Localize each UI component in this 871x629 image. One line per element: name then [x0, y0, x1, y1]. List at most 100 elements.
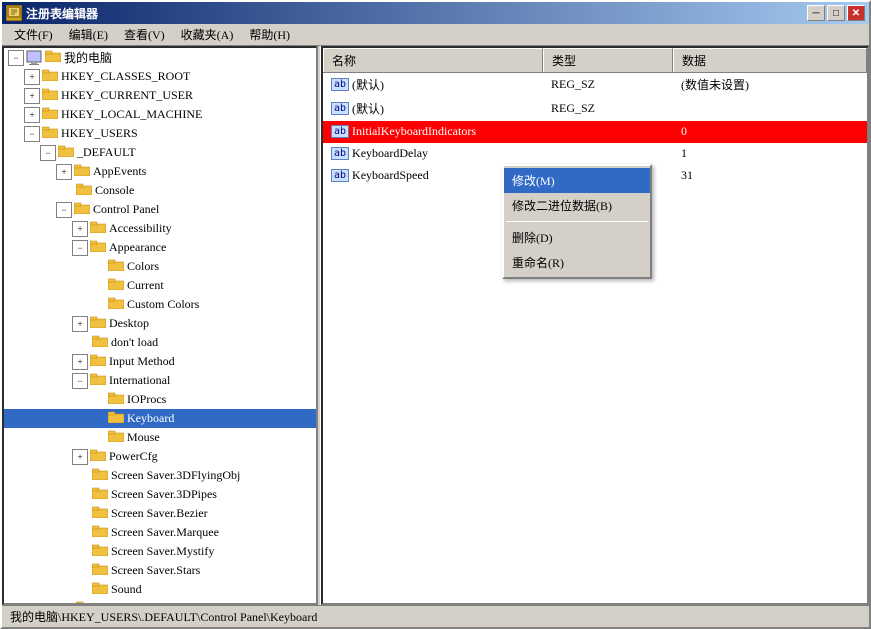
tree-item[interactable]: + AppEvents	[4, 162, 316, 181]
folder-icon	[58, 144, 74, 161]
tree-item[interactable]: Screen Saver.Marquee	[4, 523, 316, 542]
menu-favorites[interactable]: 收藏夹(A)	[173, 24, 242, 45]
folder-icon	[92, 562, 108, 579]
context-menu: 修改(M) 修改二进位数据(B) 删除(D)重命名(R)	[502, 164, 652, 279]
expand-btn[interactable]: +	[72, 316, 88, 332]
tree-item[interactable]: Screen Saver.Bezier	[4, 504, 316, 523]
tree-item[interactable]: Sound	[4, 580, 316, 599]
expand-btn[interactable]: +	[72, 221, 88, 237]
tree-item-label: Environment	[95, 601, 158, 603]
tree-item[interactable]: + PowerCfg	[4, 447, 316, 466]
folder-icon	[90, 239, 106, 256]
table-row[interactable]: abKeyboardDelay 1	[323, 143, 867, 165]
tree-item[interactable]: Console	[4, 181, 316, 200]
tree-item[interactable]: Colors	[4, 257, 316, 276]
content-area: − 我的电脑+ HKEY_CLASSES_ROOT+ HKEY_CURRENT_…	[2, 46, 869, 605]
tree-item[interactable]: Current	[4, 276, 316, 295]
main-window: 注册表编辑器 ─ □ ✕ 文件(F) 编辑(E) 查看(V) 收藏夹(A) 帮助…	[0, 0, 871, 629]
context-menu-item[interactable]: 重命名(R)	[504, 250, 650, 275]
tree-item[interactable]: + Accessibility	[4, 219, 316, 238]
tree-item-label: Screen Saver.3DPipes	[111, 487, 217, 502]
tree-item[interactable]: Custom Colors	[4, 295, 316, 314]
tree-item[interactable]: − HKEY_USERS	[4, 124, 316, 143]
tree-item[interactable]: Screen Saver.Mystify	[4, 542, 316, 561]
folder-icon	[90, 372, 106, 389]
menu-view[interactable]: 查看(V)	[116, 24, 173, 45]
folder-icon	[108, 296, 124, 313]
cell-data: 1	[673, 145, 867, 162]
cell-type: REG_SZ	[543, 100, 673, 117]
tree-item-label: Appearance	[109, 240, 166, 255]
tree-item[interactable]: − International	[4, 371, 316, 390]
context-item-label: 修改(M)	[512, 172, 555, 189]
table-row[interactable]: ab(默认)REG_SZ	[323, 97, 867, 121]
cell-name: abKeyboardDelay	[323, 145, 543, 162]
context-menu-item[interactable]: 修改(M)	[504, 168, 650, 193]
tree-item[interactable]: − 我的电脑	[4, 48, 316, 67]
folder-icon	[90, 448, 106, 465]
minimize-button[interactable]: ─	[807, 5, 825, 21]
expand-btn[interactable]: −	[72, 373, 88, 389]
tree-item-label: Screen Saver.Bezier	[111, 506, 208, 521]
context-menu-item[interactable]: 修改二进位数据(B)	[504, 193, 650, 218]
tree-item-label: _DEFAULT	[77, 145, 136, 160]
tree-item[interactable]: + HKEY_CURRENT_USER	[4, 86, 316, 105]
tree-item[interactable]: don't load	[4, 333, 316, 352]
col-header-type[interactable]: 类型	[543, 48, 673, 72]
tree-item[interactable]: IOProcs	[4, 390, 316, 409]
tree-item[interactable]: Screen Saver.3DFlyingObj	[4, 466, 316, 485]
tree-item-label: IOProcs	[127, 392, 166, 407]
col-header-data[interactable]: 数据	[673, 48, 867, 72]
menu-file[interactable]: 文件(F)	[6, 24, 61, 45]
expand-btn[interactable]: −	[56, 202, 72, 218]
tree-item[interactable]: + Input Method	[4, 352, 316, 371]
tree-item[interactable]: Screen Saver.3DPipes	[4, 485, 316, 504]
table-row[interactable]: abInitialKeyboardIndicators0	[323, 121, 867, 143]
folder-icon	[108, 391, 124, 408]
expand-btn[interactable]: −	[72, 240, 88, 256]
cell-type	[543, 131, 673, 133]
expand-btn[interactable]: −	[8, 50, 24, 66]
tree-item-label: International	[109, 373, 170, 388]
maximize-button[interactable]: □	[827, 5, 845, 21]
menu-edit[interactable]: 编辑(E)	[61, 24, 116, 45]
folder-icon	[92, 581, 108, 598]
app-icon	[6, 5, 22, 21]
tree-item[interactable]: + HKEY_CLASSES_ROOT	[4, 67, 316, 86]
cell-name: ab(默认)	[323, 75, 543, 94]
folder-icon	[108, 429, 124, 446]
tree-item[interactable]: − Control Panel	[4, 200, 316, 219]
tree-item[interactable]: Environment	[4, 599, 316, 603]
cell-name: abInitialKeyboardIndicators	[323, 123, 543, 140]
expand-btn[interactable]: +	[56, 164, 72, 180]
context-menu-item[interactable]: 删除(D)	[504, 225, 650, 250]
tree-item-label: Sound	[111, 582, 142, 597]
menu-help[interactable]: 帮助(H)	[241, 24, 298, 45]
close-button[interactable]: ✕	[847, 5, 865, 21]
tree-item[interactable]: Keyboard	[4, 409, 316, 428]
folder-icon	[92, 505, 108, 522]
expand-btn[interactable]: −	[24, 126, 40, 142]
expand-btn[interactable]: −	[40, 145, 56, 161]
tree-item[interactable]: + HKEY_LOCAL_MACHINE	[4, 105, 316, 124]
tree-item[interactable]: + Desktop	[4, 314, 316, 333]
expand-btn[interactable]: +	[72, 354, 88, 370]
tree-item-label: HKEY_USERS	[61, 126, 138, 141]
folder-icon	[76, 600, 92, 603]
expand-btn[interactable]: +	[24, 107, 40, 123]
tree-item-label: Custom Colors	[127, 297, 199, 312]
reg-icon: ab	[331, 125, 349, 138]
tree-item[interactable]: Mouse	[4, 428, 316, 447]
tree-item[interactable]: − Appearance	[4, 238, 316, 257]
title-buttons: ─ □ ✕	[807, 5, 865, 21]
expand-btn[interactable]: +	[72, 449, 88, 465]
table-row[interactable]: ab(默认)REG_SZ(数值未设置)	[323, 73, 867, 97]
tree-item[interactable]: Screen Saver.Stars	[4, 561, 316, 580]
tree-item[interactable]: − _DEFAULT	[4, 143, 316, 162]
expand-btn[interactable]: +	[24, 88, 40, 104]
folder-icon	[74, 163, 90, 180]
tree-scroll[interactable]: − 我的电脑+ HKEY_CLASSES_ROOT+ HKEY_CURRENT_…	[4, 48, 316, 603]
expand-btn[interactable]: +	[24, 69, 40, 85]
col-header-name[interactable]: 名称	[323, 48, 543, 72]
tree-item-label: Colors	[127, 259, 159, 274]
